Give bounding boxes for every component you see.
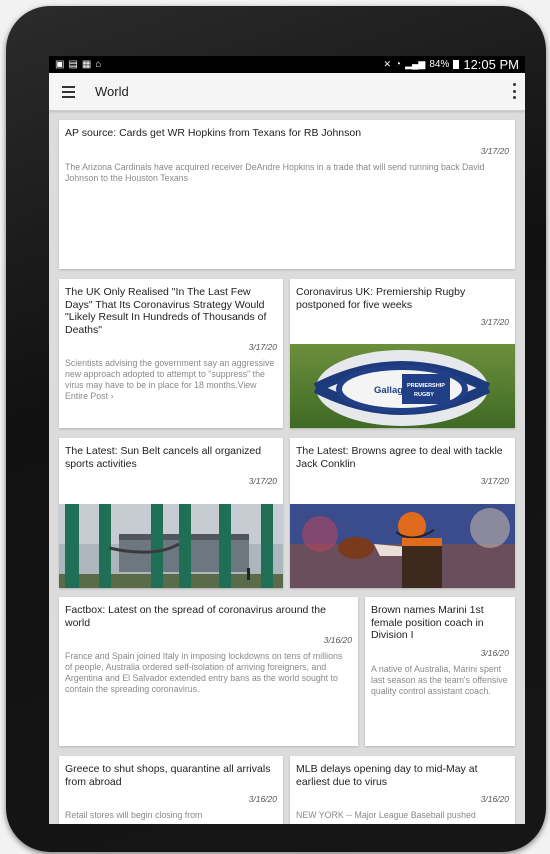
article-summary: NEW YORK -- Major League Baseball pushed [296, 810, 476, 820]
article-date: 3/16/20 [248, 794, 277, 804]
article-date: 3/16/20 [480, 794, 509, 804]
article-card[interactable]: AP source: Cards get WR Hopkins from Tex… [59, 120, 515, 269]
cast-icon: ⌂ [95, 59, 102, 70]
article-card[interactable]: MLB delays opening day to mid-May at ear… [290, 756, 515, 824]
article-title: The Latest: Browns agree to deal with ta… [296, 445, 503, 470]
article-date: 3/17/20 [480, 476, 509, 486]
article-summary: France and Spain joined Italy in imposin… [65, 651, 343, 694]
battery-icon [453, 60, 460, 69]
article-summary: The Arizona Cardinals have acquired rece… [65, 161, 485, 183]
article-title: AP source: Cards get WR Hopkins from Tex… [65, 127, 362, 139]
article-title: The UK Only Realised "In The Last Few Da… [65, 286, 267, 336]
article-date: 3/16/20 [323, 635, 352, 645]
article-date: 3/17/20 [248, 342, 277, 352]
page-title: World [95, 84, 129, 99]
article-title: Greece to shut shops, quarantine all arr… [65, 763, 271, 788]
article-card[interactable]: The Latest: Sun Belt cancels all organiz… [59, 438, 283, 588]
notification-icon: ▣ [55, 59, 65, 70]
screen: ▣ ▤ ▦ ⌂ ✕ ◔ ▂▄▆ 84% 12:05 PM World AP so… [49, 56, 525, 824]
rugby-ball-image: Gallagher PREMIERSHIP RUGBY [290, 344, 515, 428]
article-card[interactable]: Greece to shut shops, quarantine all arr… [59, 756, 283, 824]
football-player-image [290, 504, 515, 588]
article-card[interactable]: Factbox: Latest on the spread of coronav… [59, 597, 358, 746]
image-icon: ▦ [81, 59, 92, 70]
status-left-icons: ▣ ▤ ▦ ⌂ [55, 59, 101, 70]
article-card[interactable]: The UK Only Realised "In The Last Few Da… [59, 279, 283, 428]
article-date: 3/17/20 [480, 145, 509, 156]
article-title: Factbox: Latest on the spread of coronav… [65, 604, 326, 629]
status-bar: ▣ ▤ ▦ ⌂ ✕ ◔ ▂▄▆ 84% 12:05 PM [49, 56, 525, 73]
rugby-league-text-2: RUGBY [414, 392, 434, 398]
article-card[interactable]: Brown names Marini 1st female position c… [365, 597, 515, 746]
rugby-league-text-1: PREMIERSHIP [407, 383, 445, 389]
hamburger-menu-icon[interactable] [58, 81, 80, 103]
status-right: ✕ ◔ ▂▄▆ 84% 12:05 PM [384, 57, 520, 72]
tablet-frame: ▣ ▤ ▦ ⌂ ✕ ◔ ▂▄▆ 84% 12:05 PM World AP so… [6, 6, 546, 852]
article-title: Coronavirus UK: Premiership Rugby postpo… [296, 286, 466, 311]
article-title: The Latest: Sun Belt cancels all organiz… [65, 445, 262, 470]
article-date: 3/17/20 [248, 476, 277, 486]
article-card[interactable]: Coronavirus UK: Premiership Rugby postpo… [290, 279, 515, 428]
wifi-icon: ◔ [395, 59, 402, 70]
article-title: MLB delays opening day to mid-May at ear… [296, 763, 478, 788]
overflow-menu-icon[interactable] [509, 83, 519, 99]
article-card[interactable]: The Latest: Browns agree to deal with ta… [290, 438, 515, 588]
article-date: 3/17/20 [480, 317, 509, 327]
article-title: Brown names Marini 1st female position c… [371, 604, 484, 641]
mute-icon: ✕ [383, 59, 392, 69]
app-bar: World [49, 73, 525, 111]
screenshot-icon: ▤ [68, 59, 78, 70]
article-summary: Scientists advising the government say a… [65, 358, 275, 401]
article-summary: Retail stores will begin closing from [65, 810, 203, 820]
stadium-gate-image [59, 504, 283, 588]
article-summary: A native of Australia, Marini spent last… [371, 663, 508, 696]
battery-percent: 84% [429, 59, 450, 70]
clock: 12:05 PM [463, 57, 519, 72]
signal-icon: ▂▄▆ [405, 59, 426, 69]
article-date: 3/16/20 [480, 647, 509, 658]
